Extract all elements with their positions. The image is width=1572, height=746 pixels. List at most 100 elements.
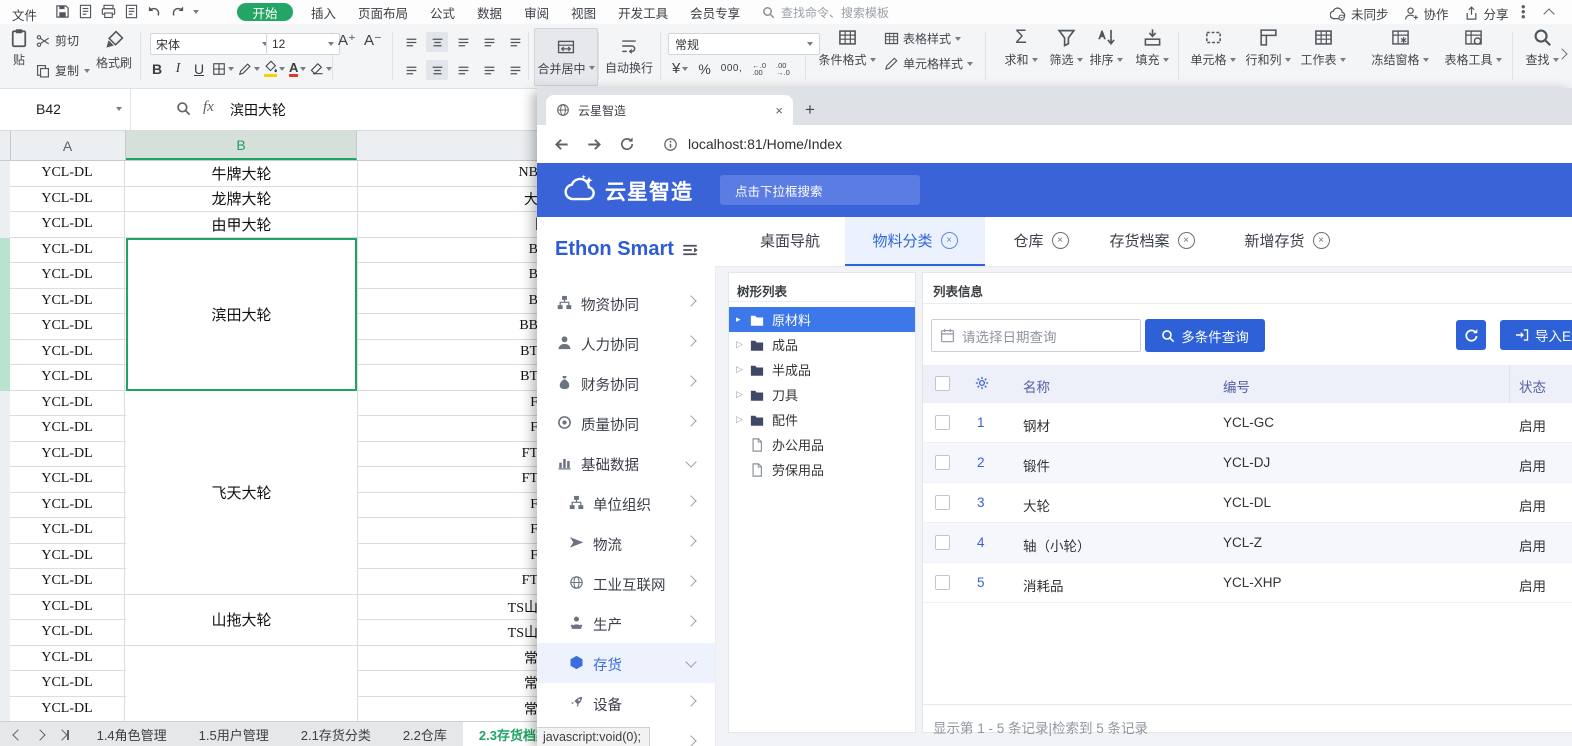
sidebar-item-质量协同[interactable]: 质量协同 bbox=[537, 403, 715, 443]
cell-c-fragment[interactable]: | bbox=[358, 212, 538, 237]
cell-a[interactable]: YCL-DL bbox=[10, 544, 125, 569]
sidebar-item-存货[interactable]: 存货 bbox=[537, 643, 715, 683]
date-input[interactable]: 请选择日期查询 bbox=[931, 319, 1141, 352]
cell-c-fragment[interactable]: F bbox=[358, 416, 538, 441]
reload-icon[interactable] bbox=[619, 136, 635, 152]
table-row[interactable]: 5消耗品YCL-XHP启用 bbox=[923, 563, 1572, 603]
sidebar-item-单位组织[interactable]: 单位组织 bbox=[537, 483, 715, 523]
increase-decimal-button[interactable]: .00→.0 bbox=[776, 62, 790, 76]
paste-button[interactable]: 贴 bbox=[2, 28, 36, 68]
h-align-1-icon[interactable] bbox=[426, 60, 448, 80]
tree-caret-icon[interactable]: ▷ bbox=[736, 414, 746, 425]
copy-button[interactable]: 复制 bbox=[36, 62, 90, 79]
row-checkbox[interactable] bbox=[935, 415, 950, 430]
ribbon-table-tools-button[interactable]: 表格工具 bbox=[1439, 28, 1507, 68]
undo-icon[interactable] bbox=[147, 4, 162, 19]
tree-caret-icon[interactable]: ▷ bbox=[736, 339, 746, 350]
h-align-4-icon[interactable] bbox=[504, 60, 526, 80]
cell-a[interactable]: YCL-DL bbox=[10, 263, 125, 288]
col-status[interactable]: 状态 bbox=[1519, 376, 1546, 396]
font-color-button[interactable]: A bbox=[289, 61, 306, 77]
cell-c-fragment[interactable]: F bbox=[358, 544, 538, 569]
cell-c-fragment[interactable]: F bbox=[358, 391, 538, 416]
cut-button[interactable]: 剪切 bbox=[36, 32, 79, 49]
h-align-3-icon[interactable] bbox=[478, 60, 500, 80]
tree-item-配件[interactable]: ▷配件 bbox=[729, 407, 915, 432]
cell-c-fragment[interactable]: FT bbox=[358, 467, 538, 492]
cell-c-fragment[interactable]: TS山 bbox=[358, 595, 538, 620]
cell-c-fragment[interactable]: 常 bbox=[358, 671, 538, 696]
cell-a[interactable]: YCL-DL bbox=[10, 442, 125, 467]
ribbon-fill-button[interactable]: 填充 bbox=[1118, 28, 1186, 68]
percent-button[interactable]: % bbox=[698, 61, 710, 77]
select-all-checkbox[interactable] bbox=[935, 376, 950, 391]
cell-a[interactable]: YCL-DL bbox=[10, 518, 125, 543]
ribbon-freeze-panes-button[interactable]: 冻结窗格 bbox=[1366, 28, 1434, 68]
site-info-icon[interactable] bbox=[663, 137, 678, 152]
forward-icon[interactable] bbox=[586, 136, 603, 153]
cell-c-fragment[interactable]: 常 bbox=[358, 646, 538, 671]
cell-c-fragment[interactable]: B bbox=[358, 238, 538, 263]
cell-a[interactable]: YCL-DL bbox=[10, 467, 125, 492]
menu-file[interactable]: 文件 bbox=[12, 5, 37, 24]
currency-button[interactable]: ¥ bbox=[672, 60, 688, 77]
cell-c-fragment[interactable]: B bbox=[358, 263, 538, 288]
formula-input[interactable]: 滨田大轮 bbox=[230, 100, 286, 120]
tree-caret-icon[interactable]: ▸ bbox=[736, 314, 746, 325]
cell-b[interactable]: 飞天大轮 bbox=[126, 391, 357, 595]
eraser-button[interactable] bbox=[310, 62, 332, 76]
fill-color-button[interactable] bbox=[264, 60, 285, 77]
fx-icon[interactable]: fx bbox=[203, 99, 214, 116]
cell-c-fragment[interactable]: F bbox=[358, 518, 538, 543]
row-checkbox[interactable] bbox=[935, 535, 950, 550]
tab-新增存货[interactable]: 新增存货× bbox=[1232, 217, 1342, 264]
refresh-button[interactable] bbox=[1456, 320, 1486, 350]
sidebar-item-生产[interactable]: 生产 bbox=[537, 603, 715, 643]
table-style-button[interactable]: 表格样式 bbox=[884, 30, 973, 47]
preview-icon[interactable] bbox=[124, 4, 139, 19]
v-align-0-icon[interactable] bbox=[400, 32, 422, 52]
cell-b-selected[interactable]: 滨田大轮 bbox=[126, 238, 357, 391]
menu-item-7[interactable]: 会员专享 bbox=[679, 3, 751, 22]
zoom-icon[interactable] bbox=[176, 101, 191, 116]
table-row[interactable]: 4轴（小轮）YCL-Z启用 bbox=[923, 523, 1572, 563]
cell-c-fragment[interactable]: NB bbox=[358, 161, 538, 186]
cell-b[interactable] bbox=[126, 646, 357, 722]
tab-存货档案[interactable]: 存货档案× bbox=[1097, 217, 1207, 264]
tab-close-icon[interactable]: × bbox=[1178, 232, 1195, 249]
quick-access-dropdown-icon[interactable] bbox=[193, 10, 199, 14]
cell-a[interactable]: YCL-DL bbox=[10, 391, 125, 416]
v-align-2-icon[interactable] bbox=[452, 32, 474, 52]
sidebar-item-人力协同[interactable]: 人力协同 bbox=[537, 323, 715, 363]
print-icon[interactable] bbox=[101, 4, 116, 19]
row-checkbox[interactable] bbox=[935, 455, 950, 470]
sheet-prev-icon[interactable] bbox=[12, 729, 23, 740]
cell-a[interactable]: YCL-DL bbox=[10, 238, 125, 263]
cell-b[interactable]: 山拖大轮 bbox=[126, 595, 357, 646]
table-row[interactable]: 1钢材YCL-GC启用 bbox=[923, 403, 1572, 443]
gear-icon[interactable] bbox=[975, 376, 989, 390]
font-size-select[interactable]: 12 bbox=[266, 33, 340, 55]
browser-tab[interactable]: 云星智造 × bbox=[546, 95, 793, 125]
increase-font-icon[interactable]: A⁺ bbox=[338, 31, 356, 49]
thousands-button[interactable]: 000, bbox=[721, 63, 742, 74]
table-row[interactable]: 3大轮YCL-DL启用 bbox=[923, 483, 1572, 523]
new-tab-icon[interactable]: + bbox=[805, 100, 815, 120]
tab-仓库[interactable]: 仓库× bbox=[1000, 217, 1082, 264]
redo-icon[interactable] bbox=[170, 4, 185, 19]
sheet-tab-3[interactable]: 2.2仓库 bbox=[387, 722, 463, 746]
tree-item-刀具[interactable]: ▷刀具 bbox=[729, 382, 915, 407]
back-icon[interactable] bbox=[553, 136, 570, 153]
tab-close-icon[interactable]: × bbox=[941, 232, 958, 249]
name-box-dropdown-icon[interactable] bbox=[116, 107, 122, 111]
col-code[interactable]: 编号 bbox=[1223, 376, 1250, 396]
column-header-b[interactable]: B bbox=[126, 131, 357, 160]
menu-home-active[interactable]: 开始 bbox=[237, 3, 293, 21]
cell-b[interactable]: 由甲大轮 bbox=[126, 212, 357, 238]
cell-c-fragment[interactable]: F bbox=[358, 493, 538, 518]
cell-c-fragment[interactable]: B bbox=[358, 289, 538, 314]
menu-item-2[interactable]: 公式 bbox=[419, 3, 466, 22]
ribbon-worksheet-button[interactable]: 工作表 bbox=[1289, 28, 1357, 68]
cell-c-fragment[interactable]: FT bbox=[358, 569, 538, 594]
cell-style-button[interactable]: 单元格样式 bbox=[884, 55, 973, 72]
